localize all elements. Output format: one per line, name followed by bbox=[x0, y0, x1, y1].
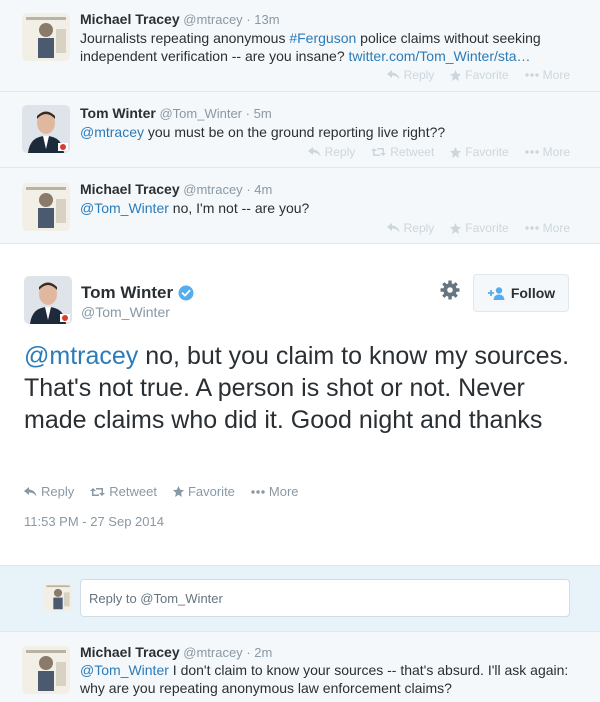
more-dots-icon bbox=[524, 73, 539, 77]
reply-label: Reply bbox=[41, 484, 75, 499]
more-label: More bbox=[542, 145, 570, 159]
reply-icon bbox=[307, 147, 321, 157]
favorite-label: Favorite bbox=[187, 484, 235, 499]
fullname[interactable]: Tom Winter bbox=[80, 105, 156, 121]
reply-label: Reply bbox=[403, 68, 435, 82]
avatar[interactable] bbox=[22, 183, 70, 231]
separator-dot: · bbox=[246, 12, 251, 27]
tweet-text: @Tom_Winter I don't claim to know your s… bbox=[80, 661, 580, 697]
url-link[interactable]: twitter.com/Tom_Winter/sta… bbox=[349, 48, 531, 64]
tweet-text: Journalists repeating anonymous #Ferguso… bbox=[80, 29, 580, 65]
tweet-text: @mtracey no, but you claim to know my so… bbox=[24, 340, 584, 436]
star-icon bbox=[450, 222, 462, 234]
tweet-text: @Tom_Winter no, I'm not -- are you? bbox=[80, 199, 580, 217]
tweet-header: Tom Winter @Tom_Winter · 5m bbox=[80, 105, 272, 121]
reply-button[interactable]: Reply bbox=[386, 221, 435, 235]
reply-button[interactable]: Reply bbox=[307, 145, 356, 159]
username[interactable]: @Tom_Winter bbox=[81, 304, 170, 320]
more-button[interactable]: More bbox=[524, 68, 570, 82]
separator-dot: · bbox=[246, 182, 251, 197]
avatar[interactable] bbox=[24, 276, 72, 324]
separator-dot: · bbox=[246, 645, 251, 660]
timestamp-link[interactable]: 13m bbox=[254, 12, 279, 27]
add-user-icon bbox=[487, 287, 505, 300]
favorite-button[interactable]: Favorite bbox=[172, 484, 235, 499]
follow-button[interactable]: Follow bbox=[473, 274, 569, 312]
favorite-button[interactable]: Favorite bbox=[450, 145, 509, 159]
more-button[interactable]: More bbox=[251, 484, 299, 499]
hashtag-link[interactable]: #Ferguson bbox=[289, 30, 356, 46]
tweet-actions: Reply Retweet Favorite More bbox=[24, 484, 299, 499]
retweet-button[interactable]: Retweet bbox=[371, 145, 434, 159]
favorite-label: Favorite bbox=[465, 68, 509, 82]
reply-icon bbox=[386, 70, 400, 80]
favorite-label: Favorite bbox=[465, 221, 509, 235]
fullname[interactable]: Michael Tracey bbox=[80, 11, 180, 27]
avatar bbox=[44, 583, 72, 611]
username[interactable]: @Tom_Winter bbox=[159, 106, 242, 121]
more-label: More bbox=[542, 68, 570, 82]
reply-button[interactable]: Reply bbox=[386, 68, 435, 82]
tweet-actions: Reply Retweet Favorite More bbox=[307, 145, 570, 159]
timestamp-link[interactable]: 4m bbox=[254, 182, 272, 197]
reply-button[interactable]: Reply bbox=[24, 484, 74, 499]
text-segment: no, I'm not -- are you? bbox=[168, 200, 310, 216]
reply-input[interactable]: Reply to @Tom_Winter bbox=[80, 579, 570, 617]
fullname-row: Tom Winter bbox=[81, 283, 194, 303]
tweet-text: @mtracey you must be on the ground repor… bbox=[80, 123, 580, 141]
verified-badge-icon bbox=[178, 285, 194, 301]
mention-link[interactable]: @mtracey bbox=[24, 342, 138, 370]
separator-dot: · bbox=[245, 106, 250, 121]
favorite-label: Favorite bbox=[465, 145, 509, 159]
reply-label: Reply bbox=[403, 221, 435, 235]
fullname[interactable]: Michael Tracey bbox=[80, 181, 180, 197]
tweet-header: Michael Tracey @mtracey · 2m bbox=[80, 644, 272, 660]
favorite-button[interactable]: Favorite bbox=[450, 221, 509, 235]
retweet-label: Retweet bbox=[109, 484, 157, 499]
follow-label: Follow bbox=[510, 285, 556, 301]
retweet-label: Retweet bbox=[390, 145, 435, 159]
timestamp-link[interactable]: 2m bbox=[254, 645, 272, 660]
mention-link[interactable]: @mtracey bbox=[80, 124, 144, 140]
more-dots-icon bbox=[251, 489, 265, 494]
gear-icon bbox=[440, 280, 460, 300]
more-button[interactable]: More bbox=[524, 145, 570, 159]
timestamp-link[interactable]: 5m bbox=[254, 106, 272, 121]
username[interactable]: @mtracey bbox=[183, 12, 242, 27]
tweet-actions: Reply Favorite More bbox=[386, 221, 570, 235]
fullname[interactable]: Michael Tracey bbox=[80, 644, 180, 660]
reply-label: Reply bbox=[324, 145, 356, 159]
retweet-icon bbox=[371, 148, 387, 156]
conversation-thread: Michael Tracey @mtracey · 13m Journalist… bbox=[0, 0, 600, 702]
more-button[interactable]: More bbox=[524, 221, 570, 235]
fullname[interactable]: Tom Winter bbox=[81, 283, 173, 303]
star-icon bbox=[450, 146, 462, 158]
username[interactable]: @mtracey bbox=[183, 182, 242, 197]
more-dots-icon bbox=[524, 226, 539, 230]
reply-icon bbox=[24, 486, 37, 496]
more-label: More bbox=[268, 484, 299, 499]
more-dots-icon bbox=[524, 150, 539, 154]
avatar[interactable] bbox=[22, 646, 70, 694]
mention-link[interactable]: @Tom_Winter bbox=[80, 662, 169, 678]
tweet-header: Michael Tracey @mtracey · 4m bbox=[80, 181, 272, 197]
mention-link[interactable]: @Tom_Winter bbox=[80, 200, 169, 216]
tweet-timestamp[interactable]: 11:53 PM - 27 Sep 2014 bbox=[24, 514, 164, 529]
more-label: More bbox=[542, 221, 570, 235]
username[interactable]: @mtracey bbox=[183, 645, 242, 660]
star-icon bbox=[172, 486, 184, 497]
reply-icon bbox=[386, 223, 400, 233]
avatar[interactable] bbox=[22, 105, 70, 153]
retweet-icon bbox=[90, 487, 106, 496]
favorite-button[interactable]: Favorite bbox=[450, 68, 509, 82]
text-segment: Journalists repeating anonymous bbox=[80, 30, 290, 46]
retweet-button[interactable]: Retweet bbox=[90, 484, 157, 499]
avatar[interactable] bbox=[22, 13, 70, 61]
user-actions-button[interactable] bbox=[440, 280, 460, 305]
star-icon bbox=[450, 69, 462, 81]
tweet-actions: Reply Favorite More bbox=[386, 68, 570, 82]
tweet-header: Michael Tracey @mtracey · 13m bbox=[80, 11, 280, 27]
text-segment: you must be on the ground reporting live… bbox=[144, 124, 446, 140]
